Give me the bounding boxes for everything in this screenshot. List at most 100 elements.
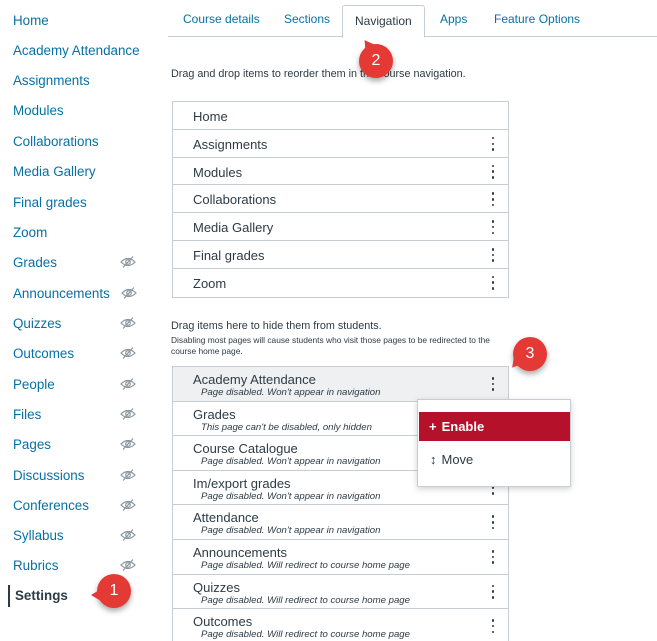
list-item[interactable]: Collaborations	[173, 185, 508, 214]
tab-feature-options[interactable]: Feature Options	[494, 12, 580, 26]
list-item[interactable]: Modules	[173, 158, 508, 186]
hidden-eye-icon	[120, 436, 136, 452]
kebab-menu-icon[interactable]	[490, 136, 496, 152]
kebab-menu-icon[interactable]	[490, 618, 496, 634]
sidebar-item-label: People	[13, 376, 55, 392]
item-label: Academy Attendance	[193, 372, 316, 387]
sidebar-item-announcements[interactable]: Announcements	[13, 282, 143, 304]
kebab-menu-icon[interactable]	[490, 191, 496, 207]
reorder-instruction: Drag and drop items to reorder them in t…	[171, 68, 466, 80]
item-label: Final grades	[193, 247, 265, 263]
kebab-menu-icon[interactable]	[490, 584, 496, 600]
kebab-menu-icon[interactable]	[490, 164, 496, 180]
sidebar-item-academy-attendance[interactable]: Academy Attendance	[13, 39, 143, 61]
list-item[interactable]: Announcements Page disabled. Will redirec…	[173, 540, 508, 575]
sidebar-item-label: Announcements	[13, 285, 110, 301]
hide-note: Disabling most pages will cause students…	[171, 335, 490, 356]
kebab-menu-icon[interactable]	[490, 549, 496, 565]
sidebar-item-label: Syllabus	[13, 527, 64, 543]
kebab-menu-icon[interactable]	[490, 376, 496, 392]
sidebar-item-label: Media Gallery	[13, 163, 96, 179]
settings-tab-bar: Course details Sections Navigation Apps …	[168, 0, 657, 38]
sidebar-item-outcomes[interactable]: Outcomes	[13, 342, 143, 364]
list-item[interactable]: Zoom	[173, 269, 508, 297]
item-label: Home	[193, 109, 228, 124]
sidebar-item-final-grades[interactable]: Final grades	[13, 191, 143, 213]
hidden-eye-icon	[120, 406, 136, 422]
tab-course-details[interactable]: Course details	[183, 12, 260, 26]
kebab-menu-icon[interactable]	[490, 247, 496, 263]
tab-navigation[interactable]: Navigation	[342, 5, 425, 38]
sidebar-item-label: Assignments	[13, 72, 90, 88]
item-status-note: Page disabled. Won't appear in navigatio…	[201, 525, 381, 537]
move-arrows-icon: ↕	[430, 451, 437, 467]
hidden-eye-icon	[120, 376, 136, 392]
sidebar-item-label: Quizzes	[13, 315, 62, 331]
item-label: Zoom	[193, 275, 227, 291]
sidebar-item-label: Modules	[13, 102, 64, 118]
sidebar-item-people[interactable]: People	[13, 373, 143, 395]
item-status-note: Page disabled. Won't appear in navigatio…	[201, 456, 381, 468]
sidebar-item-assignments[interactable]: Assignments	[13, 69, 143, 91]
sidebar-item-label: Pages	[13, 436, 51, 452]
sidebar-item-rubrics[interactable]: Rubrics	[13, 554, 143, 576]
course-sidebar: Home Academy Attendance Assignments Modu…	[0, 0, 150, 641]
list-item[interactable]: Outcomes Page disabled. Will redirect to …	[173, 609, 508, 641]
plus-icon: +	[429, 419, 437, 434]
hidden-eye-icon	[120, 527, 136, 543]
kebab-menu-icon[interactable]	[490, 514, 496, 530]
sidebar-item-quizzes[interactable]: Quizzes	[13, 312, 143, 334]
item-status-note: Page disabled. Won't appear in navigatio…	[201, 490, 381, 502]
sidebar-item-label: Collaborations	[13, 133, 99, 149]
item-label: Grades	[193, 406, 236, 422]
item-label: Im/export grades	[193, 475, 291, 491]
item-label: Quizzes	[193, 579, 240, 595]
item-label: Course Catalogue	[193, 441, 298, 457]
sidebar-item-collaborations[interactable]: Collaborations	[13, 130, 143, 152]
sidebar-item-label: Conferences	[13, 497, 89, 513]
sidebar-item-label: Grades	[13, 254, 57, 270]
sidebar-item-conferences[interactable]: Conferences	[13, 494, 143, 516]
sidebar-item-zoom[interactable]: Zoom	[13, 221, 143, 243]
hidden-eye-icon	[120, 254, 136, 270]
sidebar-item-pages[interactable]: Pages	[13, 433, 143, 455]
item-label: Attendance	[193, 510, 259, 526]
list-item[interactable]: Home	[173, 102, 508, 130]
sidebar-item-label: Discussions	[13, 467, 85, 483]
sidebar-item-label: Academy Attendance	[13, 42, 140, 58]
sidebar-item-modules[interactable]: Modules	[13, 99, 143, 121]
item-status-note: This page can't be disabled, only hidden	[201, 421, 372, 433]
list-item[interactable]: Assignments	[173, 130, 508, 158]
list-item[interactable]: Quizzes Page disabled. Will redirect to c…	[173, 575, 508, 610]
list-item[interactable]: Final grades	[173, 241, 508, 269]
kebab-menu-icon[interactable]	[490, 219, 496, 235]
list-item[interactable]: Academy Attendance Page disabled. Won't a…	[173, 367, 508, 402]
hidden-eye-icon	[120, 557, 136, 573]
hidden-eye-icon	[120, 467, 136, 483]
sidebar-item-label: Zoom	[13, 224, 48, 240]
sidebar-item-home[interactable]: Home	[13, 9, 143, 31]
kebab-menu-icon[interactable]	[490, 275, 496, 291]
item-action-menu: + Enable ↕ Move	[417, 399, 571, 487]
list-item[interactable]: Attendance Page disabled. Won't appear in…	[173, 505, 508, 540]
tab-apps[interactable]: Apps	[440, 12, 467, 26]
sidebar-item-media-gallery[interactable]: Media Gallery	[13, 160, 143, 182]
sidebar-item-label: Rubrics	[13, 557, 59, 573]
move-menu-item[interactable]: ↕ Move	[419, 446, 570, 472]
item-label: Announcements	[193, 544, 287, 560]
tab-sections[interactable]: Sections	[284, 12, 330, 26]
sidebar-item-files[interactable]: Files	[13, 403, 143, 425]
sidebar-item-label: Settings	[8, 585, 68, 607]
list-item[interactable]: Media Gallery	[173, 213, 508, 241]
sidebar-item-grades[interactable]: Grades	[13, 251, 143, 273]
enable-menu-item[interactable]: + Enable	[419, 412, 570, 441]
hide-instruction: Drag items here to hide them from studen…	[171, 320, 382, 332]
hidden-eye-icon	[120, 497, 136, 513]
step-badge-2: 2	[359, 44, 393, 78]
sidebar-item-label: Home	[13, 12, 49, 28]
item-status-note: Page disabled. Will redirect to course h…	[201, 559, 410, 571]
sidebar-item-discussions[interactable]: Discussions	[13, 464, 143, 486]
step-badge-1: 1	[91, 574, 131, 608]
sidebar-item-syllabus[interactable]: Syllabus	[13, 524, 143, 546]
item-status-note: Page disabled. Won't appear in navigatio…	[201, 387, 381, 398]
